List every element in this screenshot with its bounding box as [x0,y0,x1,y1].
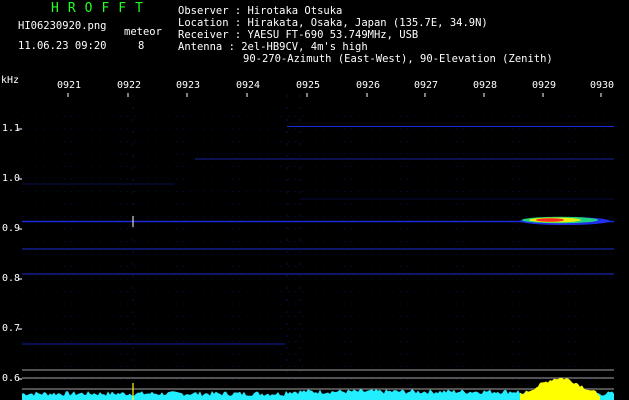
spectrogram [18,93,614,400]
meteor-echo-core [536,218,564,222]
